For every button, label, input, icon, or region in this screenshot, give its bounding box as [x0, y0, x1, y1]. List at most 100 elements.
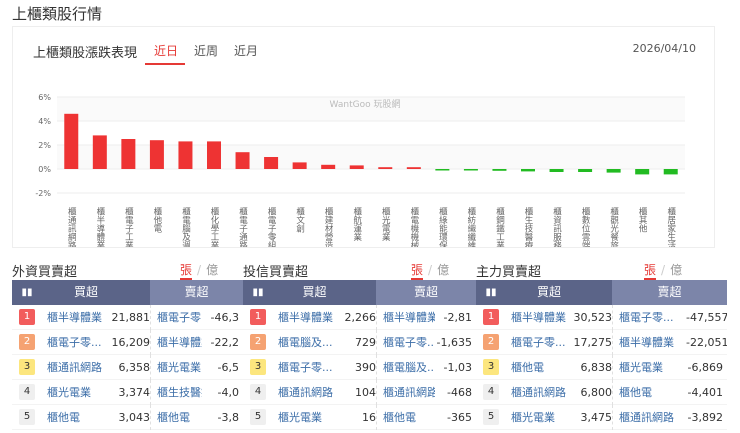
y-tick-label: 6% — [38, 93, 51, 102]
buy-header: 買超 — [536, 285, 561, 299]
table-row: 5 櫃光電業 3,475 櫃通訊網路 -3,892 — [476, 404, 727, 430]
bar[interactable] — [149, 140, 164, 169]
buy-sector-link[interactable]: 櫃電子零... — [47, 334, 110, 350]
buy-sector-link[interactable]: 櫃他電 — [47, 409, 110, 425]
unit-100m-button[interactable]: 億 — [437, 263, 449, 277]
bar[interactable] — [606, 169, 621, 173]
bar[interactable] — [292, 162, 307, 169]
sell-sector-link[interactable]: 櫃他電 — [613, 384, 686, 400]
y-tick-label: 4% — [38, 117, 51, 126]
buy-header: 買超 — [302, 285, 327, 299]
buy-value: 30,523 — [573, 310, 613, 324]
buy-sector-link[interactable]: 櫃他電 — [511, 359, 572, 375]
bar[interactable] — [121, 139, 136, 169]
bar[interactable] — [549, 169, 564, 172]
sell-value: -3,8 — [217, 410, 239, 424]
sell-sector-link[interactable]: 櫃電子零... — [377, 334, 435, 350]
bar[interactable] — [207, 141, 221, 169]
bar[interactable] — [663, 169, 678, 175]
x-tick-label: 櫃鋼鐵工業 — [494, 206, 504, 247]
bar[interactable] — [521, 169, 535, 172]
buy-sector-link[interactable]: 櫃光電業 — [511, 409, 572, 425]
bar[interactable] — [635, 169, 650, 175]
buy-value: 16,209 — [111, 335, 151, 349]
buy-sector-link[interactable]: 櫃半導體業 — [511, 309, 572, 325]
table-row: 4 櫃通訊網路 104 櫃通訊網路 -468 — [243, 379, 476, 405]
buy-value: 6,838 — [580, 360, 613, 374]
rank-badge: 4 — [250, 384, 266, 400]
bar[interactable] — [92, 135, 107, 169]
bar[interactable] — [463, 169, 478, 171]
buy-value: 6,800 — [580, 385, 613, 399]
sell-sector-link[interactable]: 櫃通訊網路 — [613, 409, 686, 425]
tab-month[interactable]: 近月 — [234, 42, 258, 59]
buy-sector-link[interactable]: 櫃電子零... — [511, 334, 572, 350]
sell-sector-link[interactable]: 櫃電子零... — [613, 309, 686, 325]
bar[interactable] — [235, 152, 250, 169]
unit-100m-button[interactable]: 億 — [206, 263, 218, 277]
x-tick-label: 櫃電機機械 — [409, 206, 419, 247]
bar[interactable] — [178, 141, 193, 169]
buy-sector-link[interactable]: 櫃半導體業 — [278, 309, 336, 325]
buy-value: 3,043 — [118, 410, 151, 424]
x-tick-label: 櫃觀光餐旅 — [609, 206, 619, 247]
rank-badge: 4 — [19, 384, 35, 400]
unit-100m-button[interactable]: 億 — [670, 263, 682, 277]
sell-value: -22,2 — [210, 335, 239, 349]
buy-sector-link[interactable]: 櫃半導體業 — [47, 309, 110, 325]
main-section-title: 主力買賣超 — [476, 265, 542, 280]
x-tick-label: 櫃電腦及週邊設備 — [180, 206, 190, 247]
buy-sector-link[interactable]: 櫃電子零... — [278, 359, 336, 375]
bar-chart-icon[interactable]: ▮▮ — [243, 280, 273, 305]
unit-lots-button[interactable]: 張 — [644, 263, 657, 280]
bar[interactable] — [321, 164, 336, 169]
unit-lots-button[interactable]: 張 — [411, 263, 424, 280]
buy-sector-link[interactable]: 櫃通訊網路 — [278, 384, 336, 400]
rank-badge: 3 — [483, 359, 499, 375]
tab-week[interactable]: 近周 — [194, 42, 218, 59]
table-row: 3 櫃他電 6,838 櫃光電業 -6,869 — [476, 354, 727, 380]
sell-value: -4,401 — [687, 385, 723, 399]
table-row: 2 櫃電子零... 17,275 櫃半導體業 -22,051 — [476, 329, 727, 355]
rank-badge: 1 — [19, 309, 35, 325]
sell-sector-link[interactable]: 櫃半導體業 — [151, 334, 202, 350]
bar[interactable] — [64, 113, 79, 169]
tab-day[interactable]: 近日 — [154, 42, 178, 59]
bar-chart-icon[interactable]: ▮▮ — [12, 280, 42, 305]
x-tick-label: 櫃電子零組件業 — [266, 206, 276, 247]
sell-sector-link[interactable]: 櫃他電 — [377, 409, 435, 425]
buy-sector-link[interactable]: 櫃通訊網路 — [47, 359, 110, 375]
buy-sector-link[interactable]: 櫃通訊網路 — [511, 384, 572, 400]
unit-separator: / — [197, 263, 202, 277]
sell-sector-link[interactable]: 櫃他電 — [151, 409, 202, 425]
rank-badge: 4 — [483, 384, 499, 400]
x-tick-label: 櫃半導體業 — [95, 206, 105, 247]
x-tick-label: 櫃光電業 — [380, 206, 390, 242]
bar[interactable] — [349, 165, 364, 169]
bar[interactable] — [378, 167, 393, 169]
sell-value: -6,5 — [217, 360, 239, 374]
table-row: 5 櫃他電 3,043 櫃他電 -3,8 — [12, 404, 243, 430]
sell-sector-link[interactable]: 櫃半導體業 — [613, 334, 686, 350]
sell-sector-link[interactable]: 櫃光電業 — [151, 359, 202, 375]
sell-sector-link[interactable]: 櫃半導體業 — [377, 309, 435, 325]
bar[interactable] — [406, 167, 421, 169]
bar[interactable] — [264, 157, 279, 169]
unit-lots-button[interactable]: 張 — [180, 263, 193, 280]
buy-sector-link[interactable]: 櫃光電業 — [278, 409, 336, 425]
bar[interactable] — [578, 169, 593, 172]
sell-sector-link[interactable]: 櫃電子零... — [151, 309, 202, 325]
table-row: 1 櫃半導體業 30,523 櫃電子零... -47,557 — [476, 304, 727, 330]
buy-sector-link[interactable]: 櫃光電業 — [47, 384, 110, 400]
sell-sector-link[interactable]: 櫃電腦及... — [377, 359, 435, 375]
sell-value: -22,051 — [686, 335, 727, 349]
chart-title: 上櫃類股漲跌表現 — [33, 46, 138, 61]
bar[interactable] — [435, 169, 450, 171]
sell-sector-link[interactable]: 櫃光電業 — [613, 359, 686, 375]
table-row: 1 櫃半導體業 2,266 櫃半導體業 -2,81 — [243, 304, 476, 330]
bar[interactable] — [492, 169, 507, 171]
sell-sector-link[interactable]: 櫃通訊網路 — [377, 384, 435, 400]
bar-chart-icon[interactable]: ▮▮ — [476, 280, 506, 305]
sell-sector-link[interactable]: 櫃生技醫療 — [151, 384, 202, 400]
buy-sector-link[interactable]: 櫃電腦及... — [278, 334, 336, 350]
